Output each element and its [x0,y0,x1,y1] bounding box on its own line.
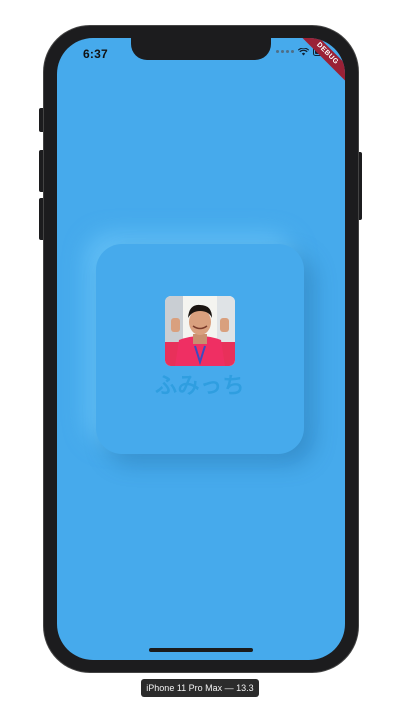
simulator-stage: 6:37 DEBUG ふみっち iPhone 11 Pro Max — 13.3 [0,0,400,720]
profile-card[interactable]: ふみっち [96,244,304,454]
cellular-signal-icon [276,50,294,53]
app-screen: 6:37 DEBUG ふみっち [57,38,345,660]
wifi-icon [298,47,309,55]
profile-name: ふみっち [154,373,245,398]
home-indicator[interactable] [149,648,253,652]
notch [131,38,271,60]
profile-photo-icon [165,296,235,366]
status-time: 6:37 [83,47,108,61]
avatar [165,296,235,366]
device-label: iPhone 11 Pro Max — 13.3 [141,679,259,697]
